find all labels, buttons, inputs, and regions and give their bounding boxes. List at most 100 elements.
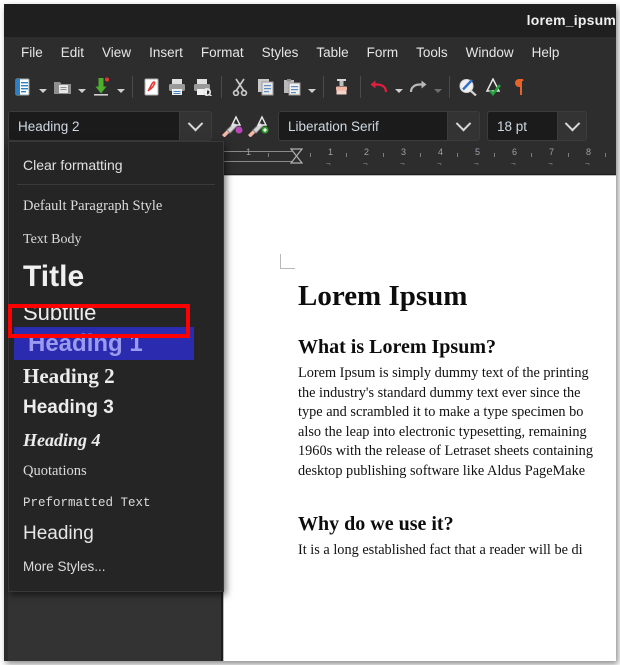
menu-item-insert[interactable]: Insert [140, 42, 192, 63]
style-list-item-label: Heading 3 [23, 397, 114, 418]
copy-icon[interactable] [253, 72, 279, 102]
find-and-replace-icon[interactable] [455, 72, 481, 102]
style-list-item-heading[interactable]: Heading [9, 518, 223, 550]
style-list-item-label: Heading [23, 523, 94, 544]
new-document-dropdown-arrow[interactable] [36, 72, 49, 102]
paste-icon[interactable] [279, 72, 305, 102]
ruler-tab-stop[interactable]: ⌐ [511, 159, 516, 168]
ruler-minor-tick [346, 153, 347, 157]
document-heading-title: Lorem Ipsum [298, 280, 468, 312]
chevron-down-icon[interactable] [178, 112, 211, 140]
new-style-from-selection-icon[interactable] [245, 111, 271, 141]
style-list-item-label: Preformatted Text [23, 495, 151, 510]
ruler-tick-label: 4 [438, 147, 444, 157]
font-size-combobox[interactable]: 18 pt [487, 111, 587, 141]
document-paragraph-2: It is a long established fact that a rea… [298, 541, 616, 561]
print-preview-icon[interactable] [190, 72, 216, 102]
redo-dropdown-arrow[interactable] [431, 72, 444, 102]
chevron-down-icon[interactable] [446, 112, 479, 140]
indent-marker-icon[interactable] [290, 148, 303, 164]
ruler-tick-label: 1 [328, 147, 334, 157]
ruler-minor-tick [605, 153, 606, 157]
style-list-item-preformatted[interactable]: Preformatted Text [9, 487, 223, 518]
chevron-down-icon[interactable] [557, 112, 586, 140]
formatting-marks-icon[interactable] [507, 72, 533, 102]
standard-toolbar [4, 67, 616, 107]
paragraph-style-combobox[interactable]: Heading 2 [8, 111, 212, 141]
menu-item-tools[interactable]: Tools [407, 42, 457, 63]
document-text-line: also the leap into electronic typesettin… [298, 423, 587, 440]
style-list-item-label: Quotations [23, 463, 87, 479]
undo-dropdown-arrow[interactable] [392, 72, 405, 102]
document-canvas[interactable]: Lorem Ipsum What is Lorem Ipsum? Lorem I… [220, 174, 616, 661]
style-list-item-default[interactable]: Default Paragraph Style [9, 188, 223, 224]
paste-dropdown-arrow[interactable] [305, 72, 318, 102]
ruler-minor-tick [531, 153, 532, 157]
open-dropdown-arrow[interactable] [75, 72, 88, 102]
menu-bar: File Edit View Insert Format Styles Table Form T… [4, 37, 616, 67]
style-list-item-clear[interactable]: Clear formatting [9, 148, 223, 182]
ruler-minor-tick [568, 153, 569, 157]
ruler-tab-stop[interactable]: ⌐ [474, 159, 479, 168]
sidebar-background [8, 592, 221, 661]
ruler-minor-tick [457, 153, 458, 157]
window-title: lorem_ipsum [526, 12, 616, 28]
style-list-item-h2[interactable]: Heading 2 [9, 360, 223, 392]
style-list-item-label: Default Paragraph Style [23, 197, 163, 214]
redo-icon[interactable] [405, 72, 431, 102]
undo-icon[interactable] [366, 72, 392, 102]
libreoffice-writer-window: lorem_ipsum File Edit View Insert Format Styl… [4, 4, 616, 661]
ruler-tab-stop[interactable]: ⌐ [437, 159, 442, 168]
open-folder-icon[interactable] [49, 72, 75, 102]
ruler-tab-stop[interactable]: ⌐ [585, 159, 590, 168]
menu-item-help[interactable]: Help [523, 42, 569, 63]
style-list-item-title[interactable]: Title [9, 256, 223, 298]
dropdown-separator [17, 184, 215, 185]
ruler-tab-stop[interactable]: ⌐ [326, 159, 331, 168]
menu-item-window[interactable]: Window [457, 42, 523, 63]
toolbar-separator [221, 76, 222, 98]
toolbar-separator [449, 76, 450, 98]
menu-item-table[interactable]: Table [307, 42, 357, 63]
ruler-tab-stop[interactable]: ⌐ [363, 159, 368, 168]
style-list-item-label: Heading 1 [28, 329, 143, 357]
document-page[interactable]: Lorem Ipsum What is Lorem Ipsum? Lorem I… [224, 176, 616, 661]
horizontal-ruler[interactable]: 1 1 2 3 4 5 6 7 8 ⌐ ⌐ ⌐ ⌐ ⌐ ⌐ ⌐ ⌐ [220, 145, 616, 174]
menu-item-file[interactable]: File [12, 42, 52, 63]
toolbar-separator [360, 76, 361, 98]
menu-item-form[interactable]: Form [358, 42, 408, 63]
font-name-combobox[interactable]: Liberation Serif [278, 111, 480, 141]
export-pdf-icon[interactable] [138, 72, 164, 102]
style-list-item-quotations[interactable]: Quotations [9, 456, 223, 487]
clone-formatting-icon[interactable] [329, 72, 355, 102]
save-dropdown-arrow[interactable] [114, 72, 127, 102]
style-list-item-more[interactable]: More Styles... [9, 550, 223, 582]
document-paragraph-1: Lorem Ipsum is simply dummy text of the … [298, 364, 616, 482]
ruler-tab-stop[interactable]: ⌐ [400, 159, 405, 168]
document-text-line: 1960s with the release of Letraset sheet… [298, 443, 593, 460]
print-icon[interactable] [164, 72, 190, 102]
ruler-minor-tick [310, 153, 311, 157]
menu-item-edit[interactable]: Edit [52, 42, 93, 63]
ruler-tab-stop[interactable]: ⌐ [548, 159, 553, 168]
style-list-item-subtitle[interactable]: Subtitle [9, 298, 223, 327]
clone-formatting-icon[interactable] [219, 111, 245, 141]
toolbar-separator [132, 76, 133, 98]
cut-icon[interactable] [227, 72, 253, 102]
title-bar: lorem_ipsum [4, 4, 616, 37]
ruler-tick-label: 3 [401, 147, 407, 157]
style-list-item-h1[interactable]: Heading 1 [14, 327, 194, 360]
menu-item-view[interactable]: View [93, 42, 140, 63]
style-list-item-label: Clear formatting [23, 157, 123, 173]
style-list-item-h3[interactable]: Heading 3 [9, 392, 223, 424]
save-icon[interactable] [88, 72, 114, 102]
style-list-item-textbody[interactable]: Text Body [9, 224, 223, 256]
paragraph-style-dropdown-list[interactable]: Clear formatting Default Paragraph Style T… [8, 141, 224, 592]
menu-item-styles[interactable]: Styles [253, 42, 308, 63]
menu-item-format[interactable]: Format [192, 42, 253, 63]
spelling-icon[interactable] [481, 72, 507, 102]
ruler-minor-tick [494, 153, 495, 157]
style-list-item-h4[interactable]: Heading 4 [9, 424, 223, 456]
new-document-icon[interactable] [10, 72, 36, 102]
formatting-toolbar: Heading 2 Liberation Serif 18 pt [4, 107, 616, 145]
